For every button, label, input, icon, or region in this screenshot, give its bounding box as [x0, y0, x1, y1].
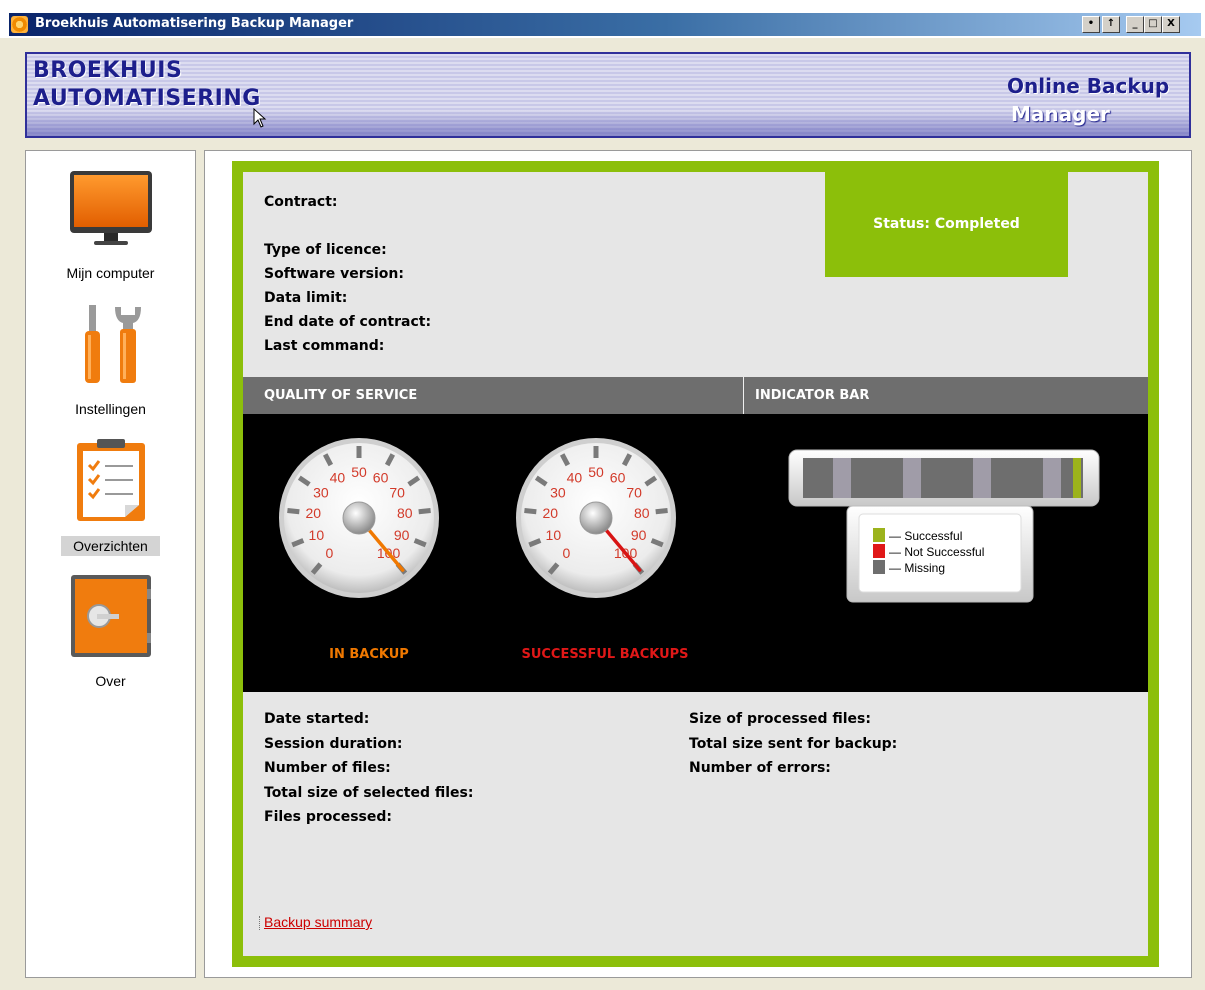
- last-command-label: Last command:: [264, 338, 385, 354]
- section-divider: [743, 377, 744, 414]
- sidebar-item-label: Overzichten: [26, 536, 195, 556]
- gauge-tick-label: 60: [610, 469, 626, 485]
- details-right: Size of processed files: Total size sent…: [689, 707, 897, 781]
- sidebar-item-label: Over: [95, 673, 126, 689]
- gauge-tick-label: 40: [567, 469, 583, 485]
- files-processed-label: Files processed:: [264, 809, 392, 825]
- app-icon: [11, 16, 28, 33]
- legend-not-successful: — Not Successful: [889, 545, 984, 559]
- sidebar: Mijn computer Instellingen Overzichten O…: [25, 150, 196, 978]
- gauge-tick-label: 20: [542, 505, 558, 521]
- in-backup-gauge: 0102030405060708090100: [279, 438, 439, 598]
- gauge-tick-label: 10: [309, 527, 325, 543]
- gauge-tick: [524, 507, 537, 515]
- minimize-button[interactable]: _: [1126, 16, 1144, 33]
- indicator-bar-heading: INDICATOR BAR: [755, 388, 870, 403]
- gauge-tick-label: 70: [626, 484, 642, 500]
- gauge-tick-label: 0: [326, 545, 334, 561]
- gauge-tick-label: 60: [373, 469, 389, 485]
- window-titlebar: Broekhuis Automatisering Backup Manager …: [0, 0, 1205, 38]
- overview-frame: Contract: Type of licence: Software vers…: [232, 161, 1159, 967]
- gauge-tick-label: 70: [389, 484, 405, 500]
- backup-summary-link[interactable]: Backup summary: [264, 914, 372, 930]
- sidebar-item-label-text: Overzichten: [61, 536, 160, 556]
- gauge-tick-label: 90: [394, 527, 410, 543]
- gauge-tick-label: 30: [550, 484, 566, 500]
- header-banner: BROEKHUIS AUTOMATISERING Online Backup M…: [25, 52, 1191, 138]
- checklist-icon: [76, 439, 145, 521]
- legend-successful: — Successful: [889, 529, 962, 543]
- tools-icon: [84, 305, 141, 383]
- sidebar-item-label: Instellingen: [75, 401, 146, 417]
- sidebar-item-over[interactable]: Over: [26, 573, 195, 693]
- gauge-tick-label: 0: [563, 545, 571, 561]
- brand-line-1: BROEKHUIS: [33, 58, 183, 83]
- successful-backups-gauge: 0102030405060708090100: [516, 438, 676, 598]
- overview-content: Contract: Type of licence: Software vers…: [243, 172, 1148, 956]
- gauge-tick-label: 80: [397, 505, 413, 521]
- product-line-1: Online Backup: [1007, 74, 1170, 98]
- session-duration-label: Session duration:: [264, 735, 403, 752]
- window-title: Broekhuis Automatisering Backup Manager: [35, 16, 354, 31]
- total-size-selected-label: Total size of selected files:: [264, 784, 474, 801]
- gauge-tick-label: 80: [634, 505, 650, 521]
- number-of-errors-label: Number of errors:: [689, 760, 831, 776]
- data-limit-label: Data limit:: [264, 290, 348, 306]
- legend-missing-swatch: [873, 560, 885, 574]
- gauge-tick: [287, 507, 300, 515]
- quality-of-service-heading: QUALITY OF SERVICE: [264, 388, 418, 403]
- restore-small-button[interactable]: ↑: [1102, 16, 1120, 33]
- brand-line-2: AUTOMATISERING: [33, 86, 261, 111]
- indicator-success-segment: [1073, 458, 1081, 498]
- size-processed-label: Size of processed files:: [689, 711, 871, 727]
- gauge-tick-label: 50: [588, 464, 604, 480]
- legend-successful-swatch: [873, 528, 885, 542]
- gauge-tick-label: 40: [330, 469, 346, 485]
- end-date-label: End date of contract:: [264, 314, 432, 330]
- monitor-icon: [69, 171, 152, 245]
- link-separator: [259, 916, 261, 930]
- total-size-sent-label: Total size sent for backup:: [689, 735, 898, 752]
- gauge-tick-label: 30: [313, 484, 329, 500]
- maximize-button[interactable]: □: [1144, 16, 1162, 33]
- date-started-label: Date started:: [264, 711, 370, 727]
- mouse-cursor-icon: [253, 108, 267, 128]
- legend-not-successful-swatch: [873, 544, 885, 558]
- in-backup-label: IN BACKUP: [329, 647, 409, 662]
- status-badge: Status: Completed: [825, 172, 1068, 277]
- indicator-bar-widget: — Successful — Not Successful — Missing: [788, 449, 1100, 603]
- gauge-tick-label: 20: [305, 505, 321, 521]
- safe-icon: [70, 575, 151, 657]
- indicator-segment: [903, 458, 921, 498]
- licence-type-label: Type of licence:: [264, 242, 387, 258]
- sidebar-item-overzichten[interactable]: Overzichten: [26, 439, 195, 559]
- number-of-files-label: Number of files:: [264, 760, 391, 776]
- gauge-tick-label: 10: [546, 527, 562, 543]
- gauge-tick-label: 90: [631, 527, 647, 543]
- titlebar-inner[interactable]: Broekhuis Automatisering Backup Manager …: [9, 13, 1201, 36]
- sidebar-item-mijn-computer[interactable]: Mijn computer: [26, 169, 195, 289]
- sidebar-item-instellingen[interactable]: Instellingen: [26, 303, 195, 423]
- main-panel: Contract: Type of licence: Software vers…: [204, 150, 1192, 978]
- successful-backups-label: SUCCESSFUL BACKUPS: [521, 647, 689, 662]
- section-header-bar: QUALITY OF SERVICE INDICATOR BAR: [243, 377, 1148, 414]
- pin-button[interactable]: •: [1082, 16, 1100, 33]
- contract-label: Contract:: [264, 194, 338, 210]
- product-line-2: Manager: [1011, 102, 1110, 126]
- gauge-tick: [655, 507, 668, 515]
- sidebar-item-label: Mijn computer: [66, 265, 155, 281]
- indicator-segment: [1043, 458, 1061, 498]
- indicator-segment: [833, 458, 851, 498]
- legend-missing: — Missing: [889, 561, 945, 575]
- gauge-tick: [418, 507, 431, 515]
- software-version-label: Software version:: [264, 266, 404, 282]
- gauge-tick-label: 50: [351, 464, 367, 480]
- indicator-segment: [973, 458, 991, 498]
- close-button[interactable]: X: [1162, 16, 1180, 33]
- details-left: Date started: Session duration: Number o…: [264, 707, 473, 830]
- gauge-hub: [579, 501, 613, 535]
- gauge-hub: [342, 501, 376, 535]
- gauges-area: 0102030405060708090100 01020304050607080…: [243, 414, 1148, 692]
